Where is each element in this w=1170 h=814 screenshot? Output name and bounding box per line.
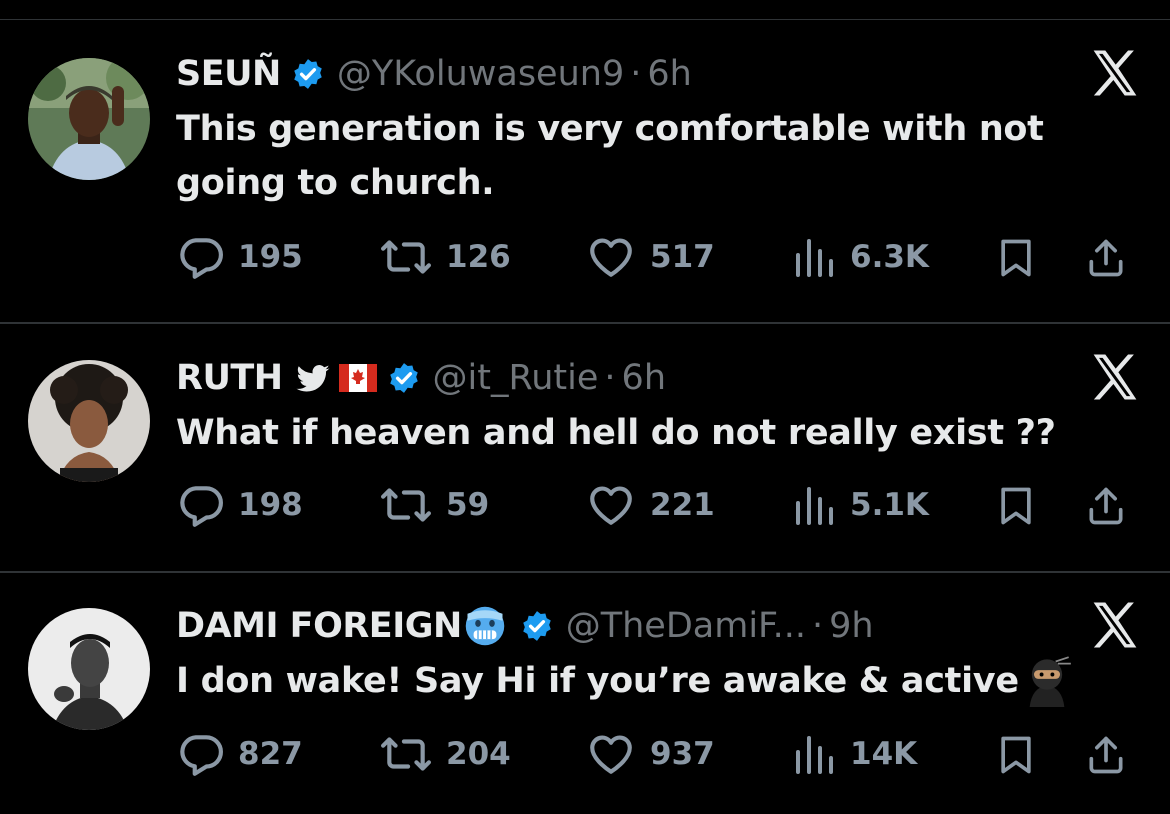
reply-button[interactable]: 198 [176, 480, 303, 530]
x-logo-icon [1093, 50, 1137, 96]
views-button[interactable]: 5.1K [790, 480, 929, 530]
heart-icon [590, 735, 632, 774]
speech-bubble-icon [180, 486, 223, 527]
tweet-text: I don wake! Say Hi if you’re awake & act… [176, 654, 1136, 708]
x-logo-icon [1093, 354, 1137, 400]
verified-badge-icon [389, 363, 418, 393]
display-name[interactable]: RUTH [176, 358, 283, 398]
repost-button[interactable]: 204 [378, 729, 511, 779]
separator-dot: · [604, 358, 616, 398]
repost-count: 126 [446, 239, 511, 275]
like-button[interactable]: 517 [584, 232, 715, 282]
separator-dot: · [630, 54, 642, 94]
tweet-header: RUTH @it_Rutie · 6h [176, 356, 666, 400]
tweet-3[interactable]: DAMI FOREIGN @TheDamiF... · 9h I don wak… [0, 602, 1170, 814]
bookmark-icon[interactable] [994, 733, 1038, 777]
reply-button[interactable]: 195 [176, 232, 303, 282]
views-button[interactable]: 14K [790, 729, 917, 779]
tweet-divider [0, 571, 1170, 573]
separator-dot: · [811, 606, 824, 646]
avatar-seun[interactable] [28, 58, 150, 180]
share-upload-icon[interactable] [1084, 236, 1128, 280]
tweet-text: This generation is very comfortable with… [176, 109, 1044, 203]
like-button[interactable]: 221 [584, 480, 715, 530]
view-count: 14K [850, 736, 918, 772]
bird-icon [296, 364, 330, 392]
tweet-divider [0, 322, 1170, 324]
timestamp[interactable]: 6h [647, 54, 691, 94]
tweet-actions: 195 126 517 6.3K [176, 232, 1142, 282]
heart-icon [590, 486, 632, 525]
verified-badge-icon [294, 59, 322, 89]
like-button[interactable]: 937 [584, 729, 715, 779]
tweet-actions: 198 59 221 5.1K [176, 480, 1142, 530]
tweet-header: DAMI FOREIGN @TheDamiF... · 9h [176, 604, 874, 648]
repost-arrows-icon [381, 240, 431, 274]
bar-chart-icon [796, 239, 833, 277]
avatar-ruth[interactable] [28, 360, 150, 482]
tweet-text-content: I don wake! Say Hi if you’re awake & act… [176, 661, 1019, 701]
display-name[interactable]: SEUÑ [176, 54, 281, 94]
reply-button[interactable]: 827 [176, 729, 303, 779]
repost-count: 204 [446, 736, 511, 772]
top-divider [0, 19, 1170, 20]
verified-badge-icon [523, 611, 551, 641]
like-count: 517 [650, 239, 715, 275]
bar-chart-icon [796, 487, 833, 525]
reply-count: 827 [238, 736, 303, 772]
views-button[interactable]: 6.3K [790, 232, 929, 282]
repost-arrows-icon [381, 488, 431, 522]
like-count: 221 [650, 487, 715, 523]
tweet-actions: 827 204 937 14K [176, 729, 1142, 779]
repost-arrows-icon [381, 737, 431, 771]
cold-face-emoji-icon [465, 606, 504, 646]
timestamp[interactable]: 6h [622, 358, 666, 398]
avatar-dami[interactable] [28, 608, 150, 730]
share-upload-icon[interactable] [1084, 733, 1128, 777]
repost-count: 59 [446, 487, 490, 523]
tweet-1[interactable]: SEUÑ @YKoluwaseun9 · 6h This generation … [0, 50, 1170, 320]
bookmark-icon[interactable] [994, 484, 1038, 528]
repost-button[interactable]: 126 [378, 232, 511, 282]
handle[interactable]: @TheDamiF... [566, 606, 806, 646]
heart-icon [590, 238, 632, 277]
canada-flag-icon [338, 364, 377, 392]
handle[interactable]: @it_Rutie [433, 358, 599, 398]
bar-chart-icon [796, 736, 833, 774]
reply-count: 195 [238, 239, 303, 275]
view-count: 6.3K [850, 239, 929, 275]
share-upload-icon[interactable] [1084, 484, 1128, 528]
display-name[interactable]: DAMI FOREIGN [176, 606, 462, 646]
handle[interactable]: @YKoluwaseun9 [337, 54, 624, 94]
reply-count: 198 [238, 487, 303, 523]
view-count: 5.1K [850, 487, 929, 523]
speech-bubble-icon [180, 238, 223, 279]
like-count: 937 [650, 736, 715, 772]
x-logo-icon [1093, 602, 1137, 648]
tweet-header: SEUÑ @YKoluwaseun9 · 6h [176, 52, 692, 96]
repost-button[interactable]: 59 [378, 480, 489, 530]
speech-bubble-icon [180, 735, 223, 776]
timestamp[interactable]: 9h [829, 606, 873, 646]
bookmark-icon[interactable] [994, 236, 1038, 280]
tweet-2[interactable]: RUTH @it_Rutie · 6h What if heaven and h… [0, 354, 1170, 564]
tweet-text: What if heaven and hell do not really ex… [176, 413, 1056, 453]
ninja-emoji-icon [1029, 656, 1071, 707]
